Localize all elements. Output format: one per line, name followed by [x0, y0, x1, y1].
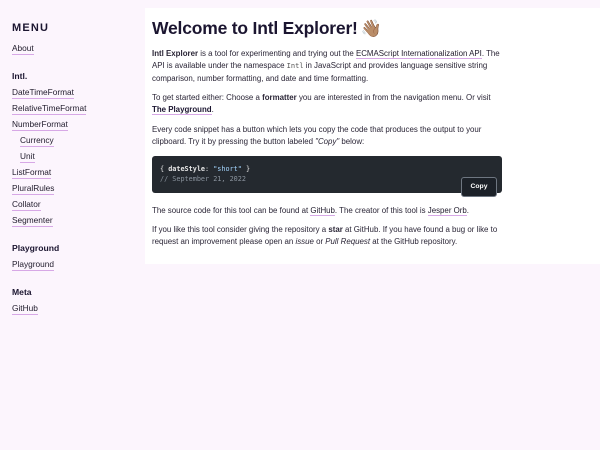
main-content: Welcome to Intl Explorer! 👋🏽 Intl Explore…: [145, 8, 600, 264]
feedback-text-1: If you like this tool consider giving th…: [152, 225, 329, 234]
getting-started-paragraph: To get started either: Choose a formatte…: [152, 92, 502, 117]
sidebar-item-segmenter[interactable]: Segmenter: [12, 215, 53, 227]
intro-paragraph: Intl Explorer is a tool for experimentin…: [152, 48, 502, 85]
brand-name: Intl Explorer: [152, 49, 199, 58]
sidebar-item-github[interactable]: GitHub: [12, 303, 38, 315]
getting-started-text-2: you are interested in from the navigatio…: [296, 93, 491, 102]
author-link[interactable]: Jesper Orb: [427, 206, 467, 216]
sidebar-item-relativetimeformat[interactable]: RelativeTimeFormat: [12, 103, 87, 115]
sidebar-item-numberformat[interactable]: NumberFormat: [12, 119, 68, 131]
getting-started-text-3: .: [211, 105, 214, 115]
page-title: Welcome to Intl Explorer! 👋🏽: [152, 18, 382, 39]
intro-text-1: is a tool for experimenting and trying o…: [198, 49, 356, 58]
playground-link[interactable]: The Playground: [152, 105, 212, 116]
sidebar-item-playground[interactable]: Playground: [12, 259, 54, 271]
copy-instructions-paragraph: Every code snippet has a button which le…: [152, 124, 502, 149]
copy-button[interactable]: Copy: [461, 177, 497, 197]
waving-hand-icon: 👋🏽: [360, 19, 382, 38]
meta-heading: Meta: [12, 287, 32, 297]
source-text-3: .: [466, 206, 469, 215]
copy-quote: "Copy": [315, 137, 340, 147]
intl-inline-code: Intl: [286, 62, 304, 71]
sidebar-item-listformat[interactable]: ListFormat: [12, 167, 52, 179]
pull-request-emphasis: Pull Request: [325, 237, 371, 247]
code-value: "short": [213, 165, 242, 173]
code-key: dateStyle: [168, 165, 206, 173]
copy-instructions-text-2: below:: [339, 137, 365, 147]
code-snippet: { dateStyle: "short" } // September 21, …: [152, 156, 502, 197]
source-text-1: The source code for this tool can be fou…: [152, 206, 311, 215]
playground-heading: Playground: [12, 243, 60, 253]
code-open-brace: {: [160, 165, 165, 173]
issue-emphasis: issue: [295, 237, 314, 247]
menu-title: MENU: [12, 22, 50, 34]
intl-heading: Intl.: [12, 71, 28, 81]
sidebar-item-datetimeformat[interactable]: DateTimeFormat: [12, 87, 74, 99]
code-line-1: { dateStyle: "short" }: [160, 165, 250, 173]
sidebar-item-pluralrules[interactable]: PluralRules: [12, 183, 55, 195]
github-link[interactable]: GitHub: [310, 206, 335, 216]
sidebar-item-about[interactable]: About: [12, 43, 34, 55]
sidebar-item-unit[interactable]: Unit: [20, 151, 35, 163]
ecmascript-api-link[interactable]: ECMAScript Internationalization API: [355, 49, 482, 59]
code-colon: :: [205, 165, 214, 173]
code-comment: // September 21, 2022: [160, 175, 246, 183]
page-title-text: Welcome to Intl Explorer!: [152, 18, 358, 38]
source-text-2: . The creator of this tool is: [334, 206, 428, 215]
getting-started-text-1: To get started either: Choose a: [152, 93, 263, 102]
feedback-text-4: at the GitHub repository.: [370, 237, 458, 247]
sidebar-item-collator[interactable]: Collator: [12, 199, 41, 211]
source-code-paragraph: The source code for this tool can be fou…: [152, 205, 502, 217]
code-close-brace: }: [245, 165, 251, 173]
sidebar-navigation: MENU About Intl. DateTimeFormat Relative…: [0, 0, 145, 450]
formatter-emphasis: formatter: [262, 93, 297, 102]
feedback-text-3: or: [313, 237, 326, 247]
star-emphasis: star: [328, 225, 343, 234]
feedback-paragraph: If you like this tool consider giving th…: [152, 224, 502, 249]
sidebar-item-currency[interactable]: Currency: [20, 135, 54, 147]
